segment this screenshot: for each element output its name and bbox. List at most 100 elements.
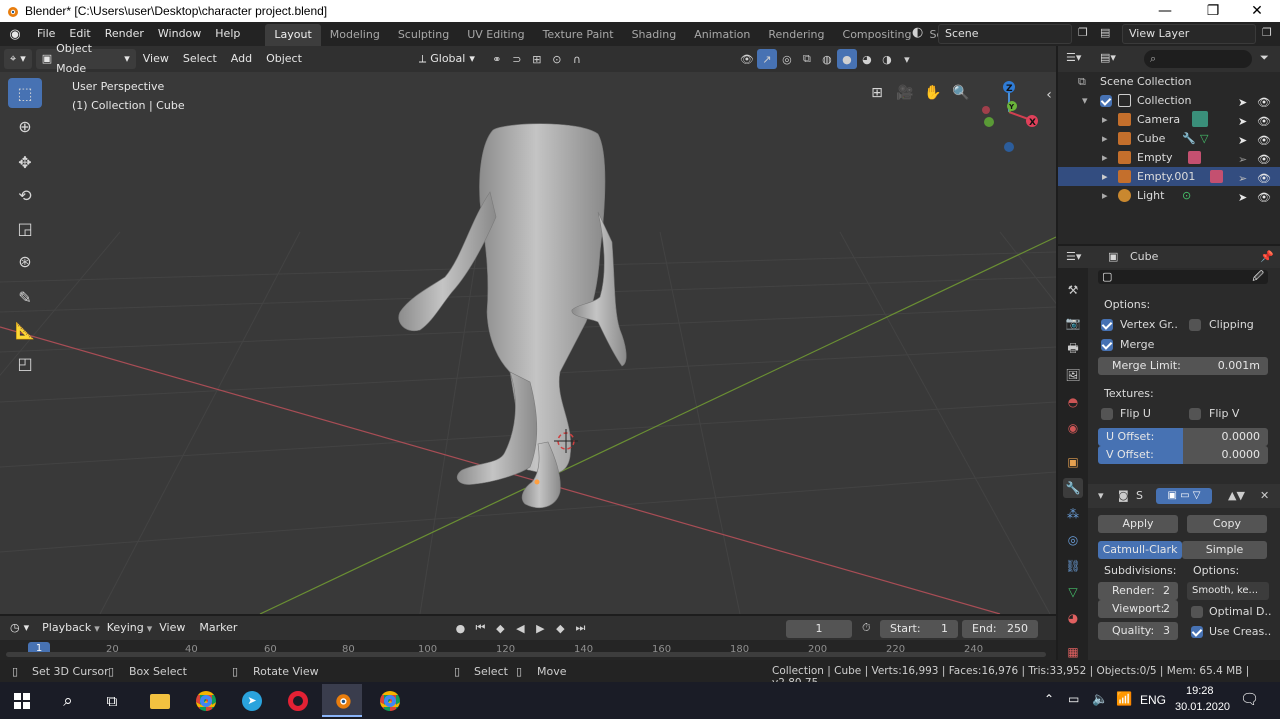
gizmo-toggle-icon[interactable]: ↗ [756,49,777,69]
constraints-tab-icon[interactable]: ⛓ [1063,556,1083,576]
wireframe-shading-icon[interactable]: ◍ [817,49,837,69]
expand-arrow-icon[interactable]: ▸ [1102,167,1108,186]
blender-taskbar-icon[interactable] [322,684,362,717]
language-indicator[interactable]: ENG [1140,693,1166,707]
properties-editor-icon[interactable]: ☰▾ [1066,250,1081,263]
apply-button[interactable]: Apply [1098,515,1178,533]
transform-tool[interactable]: ⊛ [8,246,42,276]
tab-animation[interactable]: Animation [685,24,759,46]
expand-arrow-icon[interactable]: ▸ [1102,186,1108,205]
remove-modifier-icon[interactable]: ✕ [1260,489,1269,502]
show-hidden-icons-icon[interactable]: ⌃ [1044,692,1054,706]
menu-window[interactable]: Window [151,22,208,46]
menu-help[interactable]: Help [208,22,247,46]
modifier-visibility-toggles[interactable]: ▣ ▭ ▽ [1156,488,1212,504]
network-wired-icon[interactable]: ▭ [1068,692,1079,706]
tab-layout[interactable]: Layout [265,24,321,46]
3d-viewport[interactable]: Z X Y ⬚ ⊕ ✥ ⟲ ◲ ⊛ ✎ 📐 ◰ User Perspective… [0,72,1056,614]
vertex-groups-checkbox[interactable] [1101,319,1113,331]
character-mesh[interactable] [398,123,627,508]
prev-keyframe-icon[interactable]: ◆ [490,618,510,638]
view-layer-selector[interactable]: View Layer [1122,24,1256,44]
use-creases-checkbox[interactable] [1191,626,1203,638]
tab-compositing[interactable]: Compositing [834,24,921,46]
simple-button[interactable]: Simple [1182,541,1267,559]
copy-button[interactable]: Copy [1187,515,1267,533]
menu-playback[interactable]: Playback [35,615,98,641]
rendered-shading-icon[interactable]: ◑ [877,49,897,69]
falloff-icon[interactable]: ∩ [567,49,587,69]
overlay-toggle-icon[interactable]: ◎ [777,49,797,69]
search-icon[interactable]: ⌕ [48,686,88,716]
outliner-scene-collection[interactable]: ⧉ Scene Collection [1058,72,1280,91]
new-scene-icon[interactable]: ❐ [1078,26,1088,39]
modifier-tab-icon[interactable]: 🔧 [1063,478,1083,498]
outliner-item-empty[interactable]: ▸ Empty ➢ 👁 [1058,148,1280,167]
mode-dropdown[interactable]: ▣ Object Mode ▾ [35,42,136,75]
timeline-ruler[interactable]: 1 20 40 60 80 100 120 140 160 180 200 22… [0,640,1056,660]
start-frame-field[interactable]: Start: 1 [880,620,958,638]
minimize-button[interactable]: — [1142,0,1188,22]
camera-data-icon[interactable] [1192,111,1208,127]
collapse-sidebar-icon[interactable]: ‹ [1042,82,1056,108]
preview-range-icon[interactable]: ⏱ [862,621,871,635]
collapse-modifier-icon[interactable]: ▾ [1098,489,1104,502]
snap-icon[interactable]: ⊃ [507,49,527,69]
display-mode-icon[interactable]: ▤▾ [1100,51,1116,64]
clipping-checkbox[interactable] [1189,319,1201,331]
jump-end-icon[interactable]: ⏭ [570,618,590,638]
scene-icon[interactable]: ◐ [912,25,923,40]
eye-icon[interactable]: 👁 [1257,188,1271,207]
scale-tool[interactable]: ◲ [8,213,42,243]
outliner-editor-icon[interactable]: ☰▾ [1066,51,1081,64]
move-tool[interactable]: ✥ [8,147,42,177]
clock-date[interactable]: 30.01.2020 [1175,701,1230,713]
flip-v-checkbox[interactable] [1189,408,1201,420]
chrome-icon[interactable] [186,686,226,716]
tab-rendering[interactable]: Rendering [759,24,833,46]
outliner-search-input[interactable]: ⌕ [1144,50,1252,68]
scene-tab-icon[interactable]: ◓ [1063,392,1083,412]
shading-options-icon[interactable]: ▾ [897,49,917,69]
cursor-tool[interactable]: ⊕ [8,111,42,141]
navigation-gizmo[interactable]: Z X Y [982,81,1038,152]
editor-type-dropdown[interactable]: ⌖ ▾ [4,49,32,69]
close-button[interactable]: ✕ [1234,0,1280,22]
maximize-button[interactable]: ❐ [1190,0,1236,22]
tab-sculpting[interactable]: Sculpting [389,24,458,46]
play-icon[interactable]: ▶ [530,618,550,638]
selectable-cursor-icon[interactable]: ➤ [1238,188,1247,207]
viewport-levels-field[interactable]: Viewport: 2 [1098,600,1178,618]
outliner-item-light[interactable]: ▸ Light ⊙ ➤ 👁 [1058,186,1280,205]
play-reverse-icon[interactable]: ◀ [510,618,530,638]
measure-tool[interactable]: 📐 [8,315,42,345]
pan-hand-icon[interactable]: ✋ [920,80,946,106]
filter-icon[interactable]: ⏷ [1260,51,1269,65]
timeline-scrollbar[interactable] [6,652,1046,657]
task-view-icon[interactable]: ⧉ [92,686,132,716]
outliner-item-cube[interactable]: ▸ Cube 🔧 ▽ ➤ 👁 [1058,129,1280,148]
expand-arrow-icon[interactable]: ▸ [1102,110,1108,129]
modifier-wrench-icon[interactable]: 🔧 [1182,129,1196,148]
solid-shading-icon[interactable]: ● [836,49,857,69]
collapse-arrow-icon[interactable]: ▾ [1082,91,1088,110]
pin-icon[interactable]: 📌 [1260,250,1274,263]
zoom-icon[interactable]: 🔍 [948,80,974,106]
menu-add[interactable]: Add [224,46,259,72]
eyedropper-icon[interactable]: 🖉 [1252,268,1264,286]
tab-texture-paint[interactable]: Texture Paint [534,24,623,46]
render-tab-icon[interactable]: 📷 [1063,313,1083,333]
v-offset-field[interactable]: V Offset: 0.0000 [1098,446,1268,464]
camera-icon[interactable]: 🎥 [892,80,918,106]
select-box-tool[interactable]: ⬚ [8,78,42,108]
flip-u-checkbox[interactable] [1101,408,1113,420]
expand-arrow-icon[interactable]: ▸ [1102,148,1108,167]
object-tab-icon[interactable]: ▣ [1063,452,1083,472]
modifier-name[interactable]: S [1136,489,1143,502]
clock-time[interactable]: 19:28 [1186,685,1214,697]
outliner-item-empty-001[interactable]: ▸ Empty.001 ➢ 👁 [1058,167,1280,186]
tab-modeling[interactable]: Modeling [321,24,389,46]
menu-timeline-view[interactable]: View [152,615,192,641]
merge-limit-field[interactable]: Merge Limit: 0.001m [1098,357,1268,375]
menu-select[interactable]: Select [176,46,224,72]
